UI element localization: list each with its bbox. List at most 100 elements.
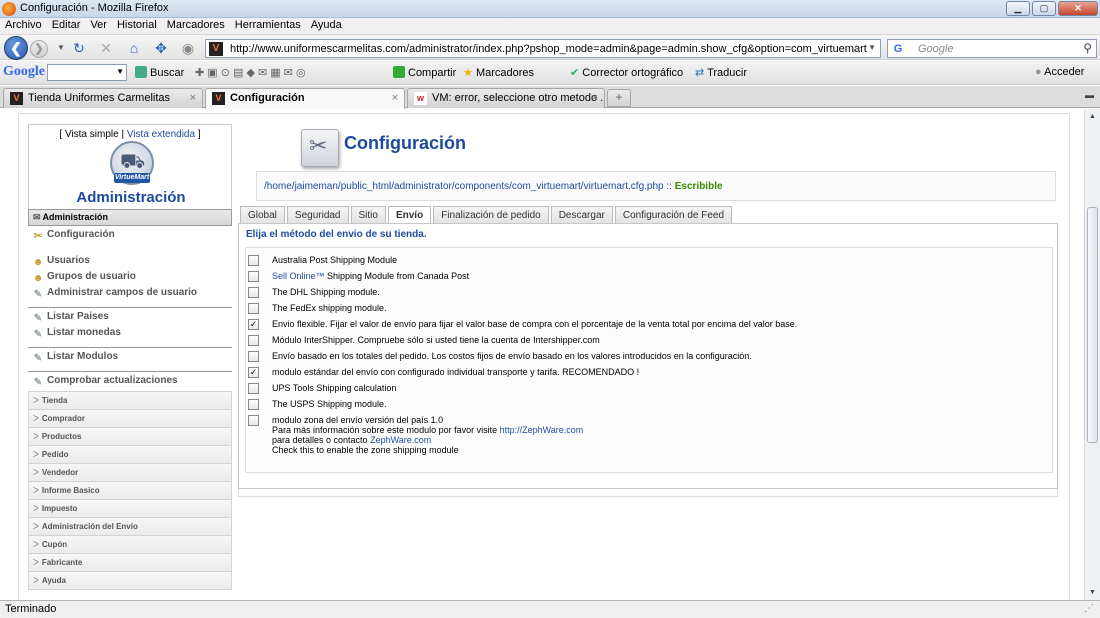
scroll-down-icon[interactable]: ▼ xyxy=(1085,585,1100,600)
shipping-checkbox[interactable]: ✓ xyxy=(248,367,259,378)
sidebar-item-actualizaciones[interactable]: ✎ Comprobar actualizaciones xyxy=(28,375,232,391)
close-tab-icon[interactable]: × xyxy=(592,92,598,104)
google-marcadores-button[interactable]: ★ Marcadores xyxy=(463,66,534,79)
google-traducir-button[interactable]: ⇄ Traducir xyxy=(695,66,747,79)
sidebar-category-comprador[interactable]: ᐳ Comprador xyxy=(28,410,232,428)
sell-online-link[interactable]: Sell Online™ xyxy=(272,271,325,281)
google-engine-icon[interactable]: G xyxy=(891,42,905,56)
browser-tab[interactable]: w VM: error, seleccione otro metodo ... … xyxy=(407,88,605,108)
view-simple-link[interactable]: [ Vista simple | xyxy=(59,129,124,140)
list-tabs-icon[interactable]: ▬ xyxy=(1085,90,1097,104)
tab-sitio[interactable]: Sitio xyxy=(350,206,386,224)
scroll-up-icon[interactable]: ▲ xyxy=(1085,109,1100,124)
sidebar-item-configuracion[interactable]: ✂ Configuración xyxy=(28,229,232,245)
search-bar[interactable]: G Google ⚲ xyxy=(887,39,1097,58)
shipping-checkbox[interactable]: ✓ xyxy=(248,319,259,330)
menu-herramientas[interactable]: Herramientas xyxy=(230,18,306,34)
zephware-link[interactable]: http://ZephWare.com xyxy=(500,425,584,435)
sidebar-category-impuesto[interactable]: ᐳ Impuesto xyxy=(28,500,232,518)
minimize-button[interactable]: ▁ xyxy=(1006,1,1030,16)
forward-button[interactable]: ❯ xyxy=(30,40,48,58)
google-buscar-button[interactable]: Buscar xyxy=(135,66,184,79)
sidebar-item-campos[interactable]: ✎ Administrar campos de usuario xyxy=(28,287,232,303)
panel-heading: Elija el método del envio de su tienda. xyxy=(246,229,427,240)
url-bar[interactable]: V http://www.uniformescarmelitas.com/adm… xyxy=(205,39,881,58)
google-search-input[interactable]: ▼ xyxy=(47,64,127,81)
page-content: [ Vista simple | Vista extendida ] ⛟ Vir… xyxy=(0,109,1084,600)
close-tab-icon[interactable]: × xyxy=(392,92,398,104)
bookmark-star-icon[interactable]: ☆ xyxy=(850,41,862,57)
users-icon: ☻ xyxy=(32,257,44,268)
sidebar-category-productos[interactable]: ᐳ Productos xyxy=(28,428,232,446)
tab-seguridad[interactable]: Seguridad xyxy=(286,206,349,224)
tab-feed[interactable]: Configuración de Feed xyxy=(614,206,733,224)
sidebar-category-cupon[interactable]: ᐳ Cupón xyxy=(28,536,232,554)
menu-marcadores[interactable]: Marcadores xyxy=(162,18,230,34)
maximize-button[interactable]: ▢ xyxy=(1032,1,1056,16)
sidebar-category-fabricante[interactable]: ᐳ Fabricante xyxy=(28,554,232,572)
sidebar-category-pedido[interactable]: ᐳ Pedido xyxy=(28,446,232,464)
navigation-toolbar: ❮ ❯ ▼ ↻ ✕ ⌂ ✥ ◉ V http://www.uniformesca… xyxy=(0,35,1100,60)
sidebar-category-ayuda[interactable]: ᐳ Ayuda xyxy=(28,572,232,590)
shipping-checkbox[interactable] xyxy=(248,255,259,266)
menu-ayuda[interactable]: Ayuda xyxy=(306,18,347,34)
home-icon[interactable]: ⌂ xyxy=(125,39,143,57)
update-icon: ✎ xyxy=(33,377,43,388)
tab-global[interactable]: Global xyxy=(240,206,285,224)
menu-archivo[interactable]: Archivo xyxy=(0,18,47,34)
site-favicon-icon: V xyxy=(212,92,225,105)
sidebar-item-usuarios[interactable]: ☻ Usuarios xyxy=(28,255,232,271)
menu-ver[interactable]: Ver xyxy=(85,18,112,34)
tab-descargar[interactable]: Descargar xyxy=(550,206,613,224)
shipping-checkbox[interactable] xyxy=(248,351,259,362)
sidebar-category-vendedor[interactable]: ᐳ Vendedor xyxy=(28,464,232,482)
shipping-checkbox[interactable] xyxy=(248,287,259,298)
shipping-checkbox[interactable] xyxy=(248,399,259,410)
chevron-down-icon[interactable]: ▼ xyxy=(116,67,124,76)
star-icon: ★ xyxy=(463,67,473,79)
zephware-contact-link[interactable]: ZephWare.com xyxy=(370,435,431,445)
browser-tab[interactable]: V Tienda Uniformes Carmelitas × xyxy=(3,88,203,108)
menu-editar[interactable]: Editar xyxy=(47,18,86,34)
close-tab-icon[interactable]: × xyxy=(190,92,196,104)
list-icon: ✎ xyxy=(33,353,43,364)
close-window-button[interactable]: ✕ xyxy=(1058,1,1098,16)
resize-grip-icon[interactable]: ⋰ xyxy=(1084,603,1094,614)
sidebar-category-envio[interactable]: ᐳ Administración del Envío xyxy=(28,518,232,536)
browser-tab-active[interactable]: V Configuración × xyxy=(205,88,405,109)
vertical-scrollbar[interactable]: ▲ ▼ xyxy=(1084,109,1100,600)
history-dropdown-icon[interactable]: ▼ xyxy=(52,39,70,57)
scroll-thumb[interactable] xyxy=(1087,207,1098,443)
sidebar-item-paises[interactable]: ✎ Listar Paises xyxy=(28,311,232,327)
firefox-icon xyxy=(2,2,16,16)
sidebar-category-informe[interactable]: ᐳ Informe Basico xyxy=(28,482,232,500)
chevron-right-icon: ᐳ xyxy=(33,540,39,549)
google-corrector-button[interactable]: ✔ Corrector ortográfico xyxy=(570,66,683,79)
url-text[interactable]: http://www.uniformescarmelitas.com/admin… xyxy=(230,43,867,55)
sidebar-item-grupos[interactable]: ☻ Grupos de usuario xyxy=(28,271,232,287)
search-icon xyxy=(135,66,147,78)
fullscreen-icon[interactable]: ✥ xyxy=(152,39,170,57)
shipping-checkbox[interactable] xyxy=(248,335,259,346)
stop-icon[interactable]: ✕ xyxy=(97,39,115,57)
google-acceder-button[interactable]: ● Acceder xyxy=(1035,66,1084,78)
search-icon[interactable]: ⚲ xyxy=(1083,41,1092,55)
url-dropdown-icon[interactable]: ▼ xyxy=(868,43,876,52)
tab-finalizacion[interactable]: Finalización de pedido xyxy=(433,206,549,224)
new-tab-button[interactable]: + xyxy=(607,89,631,107)
sidebar-item-modulos[interactable]: ✎ Listar Modulos xyxy=(28,351,232,367)
shipping-checkbox[interactable] xyxy=(248,303,259,314)
menu-historial[interactable]: Historial xyxy=(112,18,162,34)
google-compartir-button[interactable]: Compartir xyxy=(393,66,456,79)
reload-icon[interactable]: ↻ xyxy=(70,39,88,57)
sidebar-section-header[interactable]: ✉ Administración xyxy=(28,209,232,226)
view-extended-link[interactable]: Vista extendida xyxy=(127,129,195,140)
back-button[interactable]: ❮ xyxy=(4,36,28,60)
shipping-checkbox[interactable] xyxy=(248,383,259,394)
shipping-checkbox[interactable] xyxy=(248,415,259,426)
shipping-checkbox[interactable] xyxy=(248,271,259,282)
settings-icon[interactable]: ◉ xyxy=(179,39,197,57)
sidebar-item-monedas[interactable]: ✎ Listar monedas xyxy=(28,327,232,343)
toolbar-icons-group[interactable]: ✚ ▣ ⊙ ▤ ◆ ✉ ▦ ✉ ◎ xyxy=(195,66,306,79)
sidebar-category-tienda[interactable]: ᐳ Tienda xyxy=(28,392,232,410)
